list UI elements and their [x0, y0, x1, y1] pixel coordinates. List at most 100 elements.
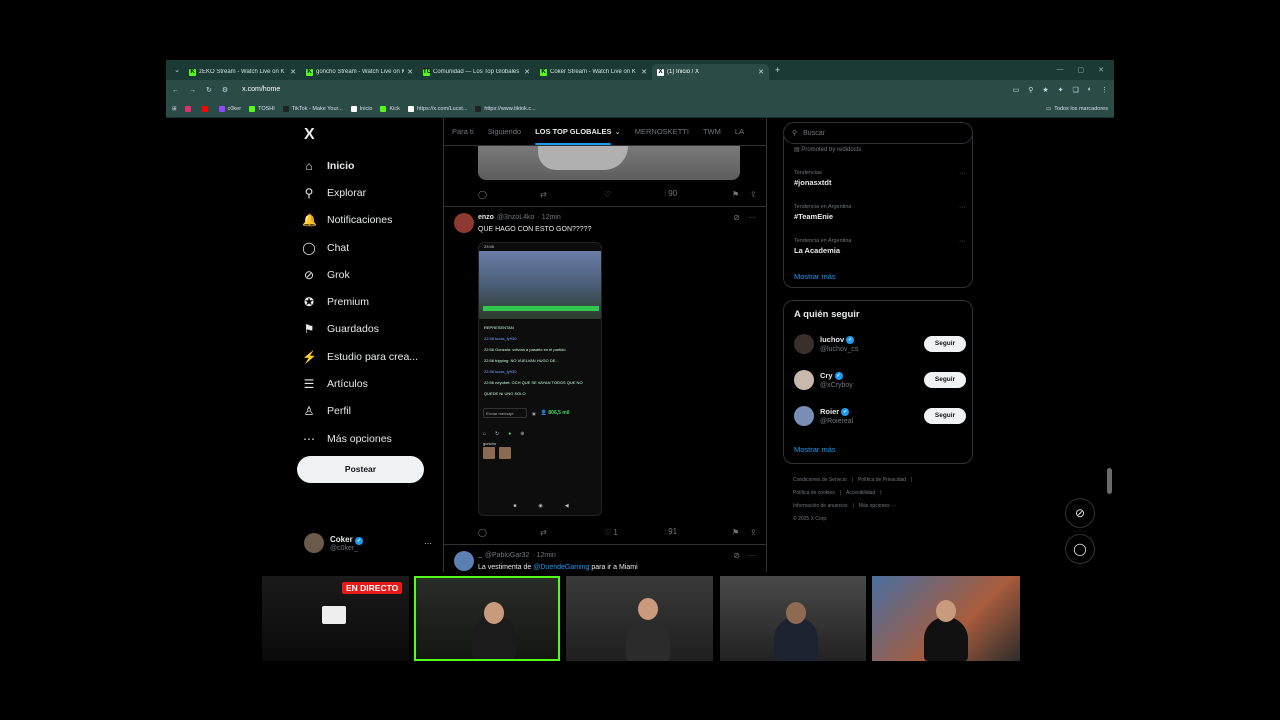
- zoom-icon[interactable]: ⚲: [1028, 86, 1033, 94]
- chevron-down-icon[interactable]: ⌄: [614, 127, 620, 136]
- footer-link[interactable]: Más opciones ···: [859, 503, 896, 509]
- tweet-author[interactable]: enzo: [478, 214, 494, 221]
- nav-item-perfil[interactable]: ♙ Perfil: [302, 398, 418, 425]
- browser-tab[interactable]: Kgoncho Stream - Watch Live on K ✕: [301, 64, 418, 80]
- close-tab-icon[interactable]: ✕: [641, 68, 647, 76]
- nav-item-notificaciones[interactable]: 🔔 Notificaciones: [302, 207, 418, 234]
- browser-tab[interactable]: X (1) Inicio / X ✕: [652, 64, 769, 80]
- bookmark-item[interactable]: Inicio: [350, 105, 372, 112]
- bookmark-item[interactable]: c0ker: [218, 105, 241, 112]
- repost-icon[interactable]: ⇄: [540, 190, 604, 199]
- footer-link[interactable]: Condiciones de Servicio: [793, 477, 847, 483]
- nav-item-chat[interactable]: ◯ Chat: [302, 234, 418, 261]
- timeline-tab[interactable]: LA: [735, 127, 744, 136]
- timeline-tab[interactable]: Para ti: [452, 127, 474, 136]
- footer-link[interactable]: Accesibilidad: [846, 490, 875, 496]
- grok-icon[interactable]: ⊘: [733, 213, 740, 222]
- trend-item[interactable]: Tendencia en Argentina La Academia ···: [794, 238, 966, 255]
- user-name[interactable]: Cry ✓: [820, 371, 853, 380]
- bookmark-item[interactable]: [184, 105, 194, 112]
- back-icon[interactable]: ←: [172, 87, 179, 94]
- scrollbar[interactable]: [1107, 118, 1112, 572]
- mention-link[interactable]: @DuendeGaming: [533, 564, 589, 571]
- reload-icon[interactable]: ↻: [206, 86, 212, 94]
- follow-suggestion[interactable]: luchov ✓ @luchov_cs Seguir: [794, 331, 966, 357]
- tweet-handle[interactable]: @PabloGar32: [485, 552, 529, 559]
- grok-float-icon[interactable]: ⊘: [1065, 498, 1095, 528]
- views-count[interactable]: ⫶ 90: [664, 189, 732, 199]
- follow-suggestion[interactable]: Roier ✓ @Roiereal Seguir: [794, 403, 966, 429]
- like-count[interactable]: ♡ 1: [604, 528, 664, 537]
- maximize-icon[interactable]: ▢: [1078, 66, 1085, 74]
- nav-item-más-opciones[interactable]: ⋯ Más opciones: [302, 425, 418, 452]
- post-button[interactable]: Postear: [297, 456, 424, 483]
- search-input[interactable]: ⚲ Buscar: [783, 122, 973, 144]
- menu-icon[interactable]: ⋮: [1101, 86, 1108, 94]
- follow-button[interactable]: Seguir: [924, 372, 966, 388]
- nav-item-explorar[interactable]: ⚲ Explorar: [302, 179, 418, 206]
- footer-link[interactable]: © 2025 X Corp.: [793, 513, 968, 526]
- repost-icon[interactable]: ⇄: [540, 528, 604, 537]
- avatar[interactable]: [794, 334, 814, 354]
- tweet-media-screenshot[interactable]: 23:56 REPRESENTAN 22:56 lucas_ty930 22:56 …: [478, 242, 602, 516]
- nav-item-artículos[interactable]: ☰ Artículos: [302, 370, 418, 397]
- url-field[interactable]: x.com/home: [238, 83, 1002, 97]
- follow-button[interactable]: Seguir: [924, 408, 966, 424]
- extensions-icon[interactable]: ✦: [1058, 86, 1064, 94]
- footer-link[interactable]: Política de Privacidad: [858, 477, 906, 483]
- new-tab-icon[interactable]: +: [775, 65, 780, 75]
- nav-item-inicio[interactable]: ⌂ Inicio: [302, 152, 418, 179]
- bookmark-item[interactable]: TOSHI: [249, 105, 275, 112]
- more-icon[interactable]: ···: [959, 238, 966, 245]
- user-name[interactable]: Roier ✓: [820, 407, 853, 416]
- bookmark-icon[interactable]: ⚑: [732, 528, 750, 537]
- share-icon[interactable]: ⇪: [750, 190, 757, 199]
- timeline-tab[interactable]: TWM: [703, 127, 721, 136]
- avatar[interactable]: [454, 213, 474, 233]
- bookmark-item[interactable]: https://x.com/Lucst...: [407, 105, 467, 112]
- bookmark-item[interactable]: https://www.tiktok.c...: [475, 105, 536, 112]
- site-info-icon[interactable]: ⚙: [222, 86, 228, 94]
- bookmark-item[interactable]: TikTok - Make Your...: [282, 105, 343, 112]
- grok-icon[interactable]: ⊘: [733, 551, 740, 560]
- tweet-time[interactable]: · 12min: [537, 214, 560, 221]
- avatar[interactable]: [794, 406, 814, 426]
- timeline-tab[interactable]: MERNOSKETTI: [635, 127, 689, 136]
- cast-icon[interactable]: ▭: [1013, 86, 1020, 94]
- all-bookmarks[interactable]: ▭ Todos los marcadores: [1046, 106, 1108, 112]
- post-image[interactable]: [478, 146, 740, 180]
- trends-show-more[interactable]: Mostrar más: [794, 272, 836, 281]
- more-icon[interactable]: ···: [959, 204, 966, 211]
- footer-link[interactable]: Política de cookies: [793, 490, 835, 496]
- trend-item[interactable]: Tendencias #jonasxtdt ···: [794, 170, 966, 187]
- browser-tab[interactable]: K Coker Stream - Watch Live on K ✕: [535, 64, 652, 80]
- close-tab-icon[interactable]: ✕: [407, 68, 413, 76]
- nav-item-grok[interactable]: ⊘ Grok: [302, 261, 418, 288]
- avatar[interactable]: [454, 551, 474, 571]
- follow-button[interactable]: Seguir: [924, 336, 966, 352]
- like-icon[interactable]: ♡: [604, 190, 664, 199]
- messages-float-icon[interactable]: ◯: [1065, 534, 1095, 564]
- close-window-icon[interactable]: ✕: [1098, 66, 1104, 74]
- views-count[interactable]: ⫶ 91: [664, 527, 732, 537]
- bookmark-item[interactable]: [201, 105, 211, 112]
- account-switcher[interactable]: Coker ✓ @c0ker_ ···: [304, 533, 432, 553]
- puzzle-icon[interactable]: ❏: [1072, 86, 1078, 94]
- tab-search-icon[interactable]: ⌄: [170, 66, 184, 74]
- minimize-icon[interactable]: —: [1057, 66, 1064, 74]
- reply-icon[interactable]: ◯: [478, 190, 540, 199]
- follow-suggestion[interactable]: Cry ✓ @xCryboy Seguir: [794, 367, 966, 393]
- trend-item[interactable]: Tendencia en Argentina #TeamEnie ···: [794, 204, 966, 221]
- footer-link[interactable]: Información de anuncios: [793, 503, 847, 509]
- bookmark-icon[interactable]: ⚑: [732, 190, 750, 199]
- share-icon[interactable]: ⇪: [750, 528, 757, 537]
- reply-icon[interactable]: ◯: [478, 528, 540, 537]
- tweet-author[interactable]: _: [478, 552, 482, 559]
- browser-tab[interactable]: TG Comunidad — Los Top Globales ✕: [418, 64, 535, 80]
- star-icon[interactable]: ★: [1042, 86, 1048, 94]
- more-icon[interactable]: ···: [748, 551, 756, 560]
- more-icon[interactable]: ···: [748, 213, 756, 222]
- forward-icon[interactable]: →: [189, 87, 196, 94]
- bookmark-item[interactable]: Kick: [380, 105, 400, 112]
- avatar[interactable]: [794, 370, 814, 390]
